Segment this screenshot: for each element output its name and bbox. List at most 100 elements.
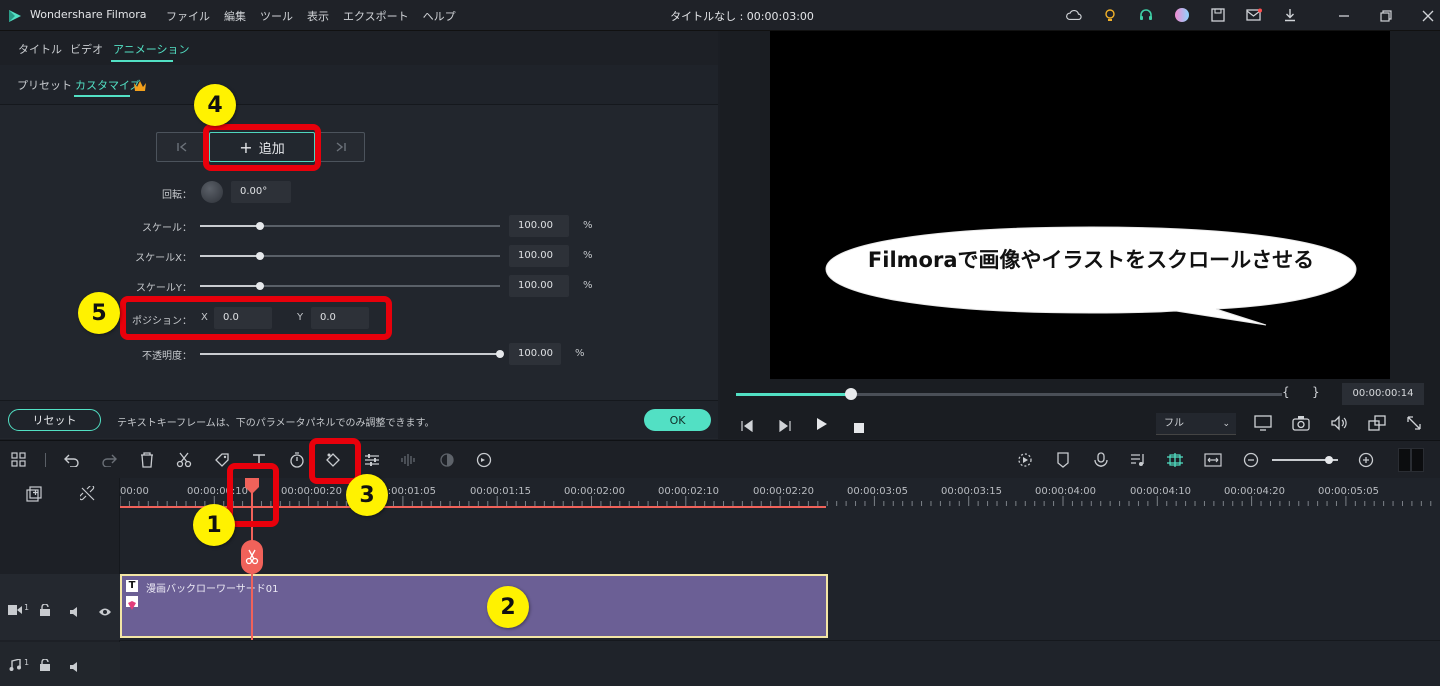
scalex-label: スケールX： xyxy=(135,253,192,264)
minimize-icon[interactable] xyxy=(1336,8,1352,24)
video-track-icon xyxy=(8,601,22,620)
volume-icon[interactable] xyxy=(1330,415,1348,435)
track-headers: 1 1 xyxy=(0,478,120,686)
layout-icon[interactable] xyxy=(10,451,28,469)
undo-icon[interactable] xyxy=(63,451,81,469)
audio-lock-icon[interactable] xyxy=(40,656,50,675)
menu-edit[interactable]: 編集 xyxy=(224,8,246,24)
tab-title[interactable]: タイトル xyxy=(18,41,62,57)
marker-icon[interactable] xyxy=(1054,451,1072,469)
ruler-ticks xyxy=(120,496,1432,508)
menu-file[interactable]: ファイル xyxy=(166,8,210,24)
eye-icon[interactable] xyxy=(98,602,112,621)
highlight-position xyxy=(120,296,392,340)
download-icon[interactable] xyxy=(1282,7,1298,23)
preview-canvas: Filmoraで画像やイラストをスクロールさせる xyxy=(770,31,1390,379)
play-icon[interactable] xyxy=(816,416,828,435)
main-tabs: タイトル ビデオ アニメーション xyxy=(0,31,718,65)
preview-scrubber-knob[interactable] xyxy=(845,388,857,400)
prev-frame-icon[interactable] xyxy=(740,417,754,436)
adjust-icon[interactable] xyxy=(363,451,381,469)
tab-customize[interactable]: カスタマイズ xyxy=(75,77,141,93)
render-icon[interactable] xyxy=(1016,451,1034,469)
scale-slider-knob[interactable] xyxy=(256,222,264,230)
panel-toggle-icon[interactable] xyxy=(1398,448,1424,472)
lightbulb-icon[interactable] xyxy=(1102,7,1118,23)
quality-select[interactable]: フル ⌄ xyxy=(1156,413,1236,435)
close-icon[interactable] xyxy=(1420,8,1436,24)
lock-icon[interactable] xyxy=(40,601,50,620)
next-frame-icon[interactable] xyxy=(778,417,792,436)
camera-icon[interactable] xyxy=(1292,415,1310,435)
timer-icon[interactable] xyxy=(288,451,306,469)
headset-icon[interactable] xyxy=(1138,7,1154,23)
fit-timeline-icon[interactable] xyxy=(1204,451,1222,469)
rotation-value[interactable]: 0.00° xyxy=(231,181,291,203)
title-bar: Wondershare Filmora ファイル 編集 ツール 表示 エクスポー… xyxy=(0,0,1440,31)
save-icon[interactable] xyxy=(1210,7,1226,23)
cloud-icon[interactable] xyxy=(1066,7,1082,23)
title-clip[interactable]: T 漫画バックローワーサード01 xyxy=(120,574,828,638)
tab-video[interactable]: ビデオ xyxy=(70,41,103,57)
audio-wave-icon[interactable] xyxy=(400,451,418,469)
monitor-icon[interactable] xyxy=(1254,415,1272,435)
mark-out-button[interactable]: } xyxy=(1312,385,1320,399)
scaley-value[interactable]: 100.00 xyxy=(509,275,569,297)
ok-button[interactable]: OK xyxy=(644,409,711,431)
mark-in-button[interactable]: { xyxy=(1282,385,1290,399)
opacity-label: 不透明度： xyxy=(142,351,192,362)
menu-export[interactable]: エクスポート xyxy=(343,8,409,24)
add-track-icon[interactable] xyxy=(26,486,42,506)
opacity-slider-knob[interactable] xyxy=(496,350,504,358)
tab-preset[interactable]: プリセット xyxy=(17,77,72,93)
opacity-slider-fill xyxy=(200,353,500,355)
next-keyframe-button[interactable] xyxy=(317,132,365,162)
avatar-icon[interactable] xyxy=(1174,7,1190,23)
cut-icon[interactable] xyxy=(175,451,193,469)
scale-value[interactable]: 100.00 xyxy=(509,215,569,237)
menu-bar: ファイル 編集 ツール 表示 エクスポート ヘルプ xyxy=(166,8,470,24)
zoom-in-icon[interactable] xyxy=(1357,451,1375,469)
reset-button[interactable]: リセット xyxy=(8,409,101,431)
menu-view[interactable]: 表示 xyxy=(307,8,329,24)
mail-icon[interactable] xyxy=(1246,7,1262,23)
zoom-slider-knob[interactable] xyxy=(1325,456,1333,464)
rotation-dial[interactable] xyxy=(201,181,223,203)
speaker-icon[interactable] xyxy=(70,602,80,621)
restore-icon[interactable] xyxy=(1378,8,1394,24)
scale-slider-fill xyxy=(200,225,260,227)
delete-icon[interactable] xyxy=(138,451,156,469)
tab-animation[interactable]: アニメーション xyxy=(113,41,190,57)
menu-tools[interactable]: ツール xyxy=(260,8,293,24)
split-scissors-icon[interactable] xyxy=(241,540,263,574)
annotation-marker-5: 5 xyxy=(78,292,120,334)
scaley-unit: % xyxy=(583,280,593,291)
scalex-value[interactable]: 100.00 xyxy=(509,245,569,267)
crown-icon xyxy=(133,77,147,96)
speed-icon[interactable] xyxy=(475,451,493,469)
scalex-slider-knob[interactable] xyxy=(256,252,264,260)
music-list-icon[interactable] xyxy=(1129,451,1147,469)
scaley-slider-fill xyxy=(200,285,260,287)
redo-icon[interactable] xyxy=(100,451,118,469)
highlight-add-button xyxy=(203,124,321,171)
clip-name: 漫画バックローワーサード01 xyxy=(146,584,279,595)
zoom-out-icon[interactable] xyxy=(1242,451,1260,469)
pip-icon[interactable] xyxy=(1368,415,1386,435)
stop-icon[interactable] xyxy=(854,418,864,437)
snap-icon[interactable] xyxy=(1166,451,1184,469)
color-match-icon[interactable] xyxy=(438,451,456,469)
prev-keyframe-button[interactable] xyxy=(156,132,208,162)
music-note-icon xyxy=(9,656,21,675)
scale-unit: % xyxy=(583,220,593,231)
title-clip-type-icon: T xyxy=(126,580,138,592)
opacity-value[interactable]: 100.00 xyxy=(509,343,561,365)
microphone-icon[interactable] xyxy=(1092,451,1110,469)
fullscreen-icon[interactable] xyxy=(1406,415,1422,435)
scaley-slider-knob[interactable] xyxy=(256,282,264,290)
menu-help[interactable]: ヘルプ xyxy=(423,8,456,24)
audio-speaker-icon[interactable] xyxy=(70,657,80,676)
project-title: タイトルなし : 00:00:03:00 xyxy=(670,10,814,23)
scaley-label: スケールY： xyxy=(135,283,192,294)
unlink-icon[interactable] xyxy=(78,484,96,506)
